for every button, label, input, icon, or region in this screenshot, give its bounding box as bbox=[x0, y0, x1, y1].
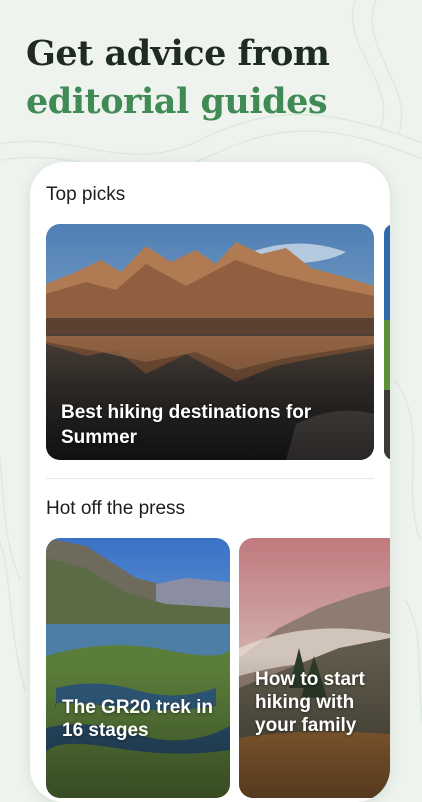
top-picks-heading: Top picks bbox=[46, 184, 126, 205]
family-hiking-card[interactable]: How to start hiking with your family bbox=[239, 538, 390, 798]
alpine-lake-image bbox=[46, 538, 230, 798]
hot-off-the-press-heading: Hot off the press bbox=[46, 498, 186, 519]
phone-screen: Top picks Best hiking destinations for S… bbox=[30, 162, 390, 802]
headline-line-2: editorial guides bbox=[26, 81, 328, 122]
featured-guide-card[interactable]: Best hiking destinations for Summer bbox=[46, 224, 374, 460]
headline-line-1: Get advice from bbox=[26, 33, 330, 74]
featured-card-title: Best hiking destinations for Summer bbox=[61, 402, 312, 448]
gr20-trek-card[interactable]: The GR20 trek in 16 stages bbox=[46, 538, 230, 798]
next-card-peek[interactable] bbox=[384, 224, 390, 460]
section-divider bbox=[46, 478, 374, 479]
headline: Get advice from editorial guides bbox=[26, 30, 330, 126]
next-card-image bbox=[384, 224, 390, 460]
family-hiking-card-title: How to start hiking with your family bbox=[255, 669, 365, 736]
gr20-card-title: The GR20 trek in 16 stages bbox=[62, 697, 213, 741]
